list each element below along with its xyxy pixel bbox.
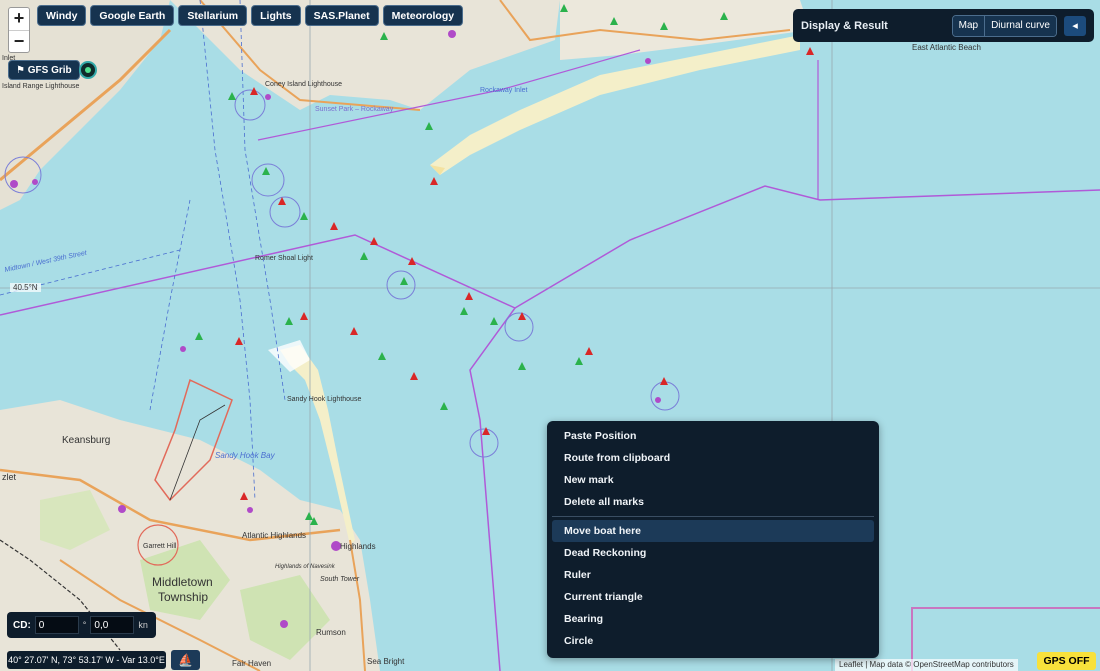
boat-icon-button[interactable]: ⛵ [171,650,200,670]
zoom-in-button[interactable]: + [9,8,29,30]
cd-knots-unit: kn [138,620,148,630]
current-drift-panel: CD: ° kn [7,612,156,638]
lights-button[interactable]: Lights [251,5,301,26]
map-label-fair-haven: Fair Haven [232,659,271,668]
external-tools-toolbar: Windy Google Earth Stellarium Lights SAS… [37,5,464,26]
map-label-rumson: Rumson [316,628,346,637]
menu-dead-reckoning[interactable]: Dead Reckoning [552,542,874,564]
map-label-highlands: Highlands [340,542,376,551]
gps-toggle-button[interactable]: GPS OFF [1037,652,1096,670]
map-label-east-atlantic: East Atlantic Beach [912,43,981,52]
sas-planet-button[interactable]: SAS.Planet [304,5,379,26]
map-label-south-tower: South Tower [320,576,360,583]
tab-diurnal-curve[interactable]: Diurnal curve [984,15,1056,36]
google-earth-button[interactable]: Google Earth [90,5,175,26]
menu-delete-all-marks[interactable]: Delete all marks [552,491,874,513]
gfs-grib-button[interactable]: ⚑ GFS Grib [8,60,80,80]
display-tabs: Map Diurnal curve [951,14,1057,37]
windy-button[interactable]: Windy [37,5,87,26]
menu-ruler[interactable]: Ruler [552,564,874,586]
menu-circle[interactable]: Circle [552,630,874,652]
map-label-township: Township [158,590,208,604]
map-label-atlantic-highlands: Atlantic Highlands [242,531,306,540]
collapse-panel-button[interactable]: ◂ [1064,15,1086,36]
menu-separator [552,516,874,517]
map-attribution: Leaflet | Map data © OpenStreetMap contr… [835,659,1018,671]
tab-map[interactable]: Map [952,15,985,36]
map-label-navesink: Highlands of Navesink [275,564,336,570]
display-panel-title: Display & Result [801,19,888,32]
map-label-sea-bright: Sea Bright [367,657,405,666]
map-context-menu: Paste Position Route from clipboard New … [547,421,879,658]
map-label-middletown: Middletown [152,575,213,589]
map-label-romer: Romer Shoal Light [255,255,313,262]
menu-new-mark[interactable]: New mark [552,469,874,491]
cd-label: CD: [13,619,31,631]
menu-current-triangle[interactable]: Current triangle [552,586,874,608]
menu-paste-position[interactable]: Paste Position [552,425,874,447]
map-label-zlet: zlet [2,472,17,482]
map-label-rockaway-inlet: Rockaway Inlet [480,87,528,94]
map-label-keansburg: Keansburg [62,435,110,446]
cd-speed-input[interactable] [90,616,135,634]
map-label-sunset: Sunset Park – Rockaway [315,106,394,113]
map-label-sandy-hook-bay: Sandy Hook Bay [215,451,276,460]
cd-direction-input[interactable] [34,616,79,634]
menu-bearing[interactable]: Bearing [552,608,874,630]
latitude-label: 40.5°N [10,283,41,292]
zoom-out-button[interactable]: − [9,30,29,52]
cd-degree-unit: ° [82,620,87,630]
map-label-garrett: Garrett Hill [143,543,177,550]
map-label-sandy-hook: Sandy Hook Lighthouse [287,396,361,403]
stellarium-button[interactable]: Stellarium [178,5,248,26]
menu-route-from-clipboard[interactable]: Route from clipboard [552,447,874,469]
map-label-coney: Coney Island Lighthouse [265,81,342,88]
zoom-control: + − [8,7,30,53]
menu-move-boat-here[interactable]: Move boat here [552,520,874,542]
cursor-coordinates: 40° 27.07' N, 73° 53.17' W - Var 13.0°E [7,651,166,669]
map-label-island-range: Island Range Lighthouse [2,83,80,90]
meteorology-button[interactable]: Meteorology [382,5,464,26]
grib-status-icon[interactable] [79,61,97,79]
display-result-panel: Display & Result Map Diurnal curve ◂ [793,9,1094,42]
